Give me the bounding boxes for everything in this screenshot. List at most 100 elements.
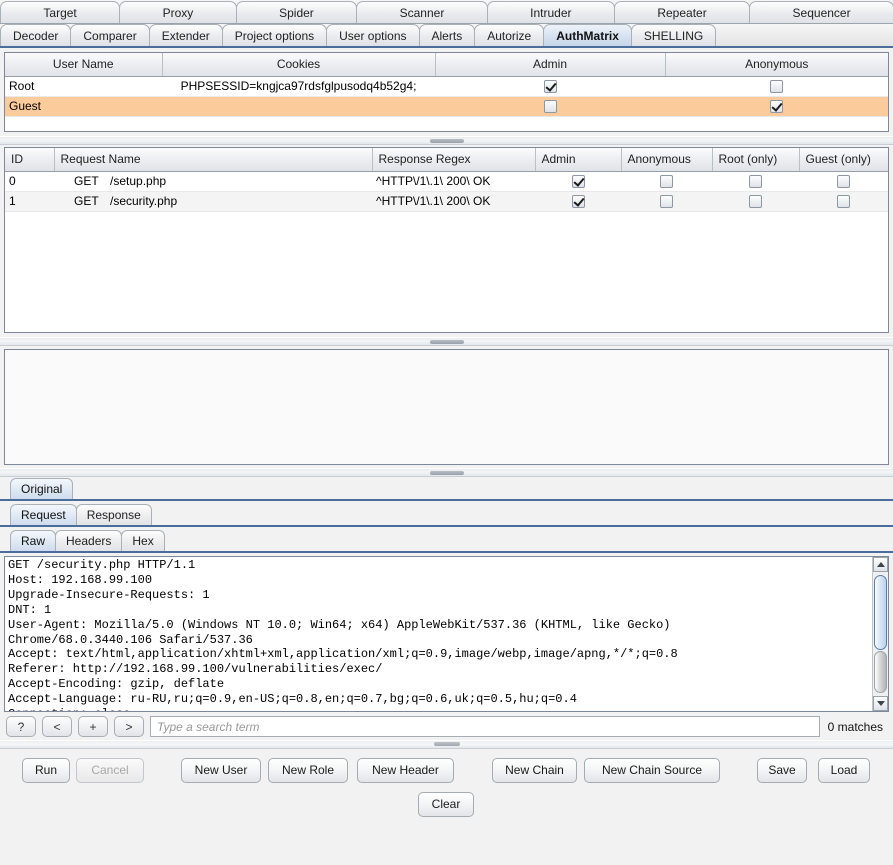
new-user-button[interactable]: New User <box>181 758 261 783</box>
new-role-button[interactable]: New Role <box>268 758 348 783</box>
suite-tab-comparer[interactable]: Comparer <box>70 24 150 46</box>
checkbox-icon[interactable] <box>543 80 557 94</box>
checkbox-icon[interactable] <box>660 195 673 209</box>
req-col-admin[interactable]: Admin <box>535 148 622 172</box>
checkbox-icon[interactable] <box>749 175 762 189</box>
suite-tab-alerts[interactable]: Alerts <box>418 24 476 46</box>
detail-viewer-splitter[interactable] <box>0 468 893 477</box>
req-col-guest-only[interactable]: Guest (only) <box>799 148 888 172</box>
scroll-up-arrow-icon[interactable] <box>873 557 888 572</box>
viewer-buttons-splitter[interactable] <box>0 740 893 749</box>
load-button[interactable]: Load <box>818 758 870 783</box>
req-col-id[interactable]: ID <box>5 148 55 172</box>
users-table-row[interactable]: Root PHPSESSID=kngjca97rdsfglpusodq4b52g4… <box>5 76 888 97</box>
request-root-only-cell[interactable] <box>712 171 799 192</box>
users-col-cookies[interactable]: Cookies <box>162 53 436 77</box>
checkbox-icon[interactable] <box>660 175 673 189</box>
users-requests-splitter[interactable] <box>0 136 893 145</box>
scrollbar-thumb[interactable] <box>874 575 887 650</box>
checkbox-icon[interactable] <box>837 195 850 209</box>
clear-button[interactable]: Clear <box>418 792 474 817</box>
user-cookies-cell[interactable]: PHPSESSID=kngjca97rdsfglpusodq4b52g4; <box>162 76 435 97</box>
request-name-cell[interactable]: GET/setup.php <box>54 171 372 192</box>
checkbox-icon[interactable] <box>770 80 783 94</box>
new-header-button[interactable]: New Header <box>357 758 454 783</box>
view-tab-raw[interactable]: Raw <box>10 530 57 551</box>
suite-tab-decoder[interactable]: Decoder <box>0 24 72 46</box>
request-anonymous-cell[interactable] <box>621 171 712 192</box>
checkbox-icon[interactable] <box>837 175 850 189</box>
user-anonymous-cell[interactable] <box>665 96 888 117</box>
search-input[interactable]: Type a search term <box>150 716 820 737</box>
user-cookies-cell[interactable] <box>162 96 435 117</box>
search-prev-button[interactable]: < <box>42 716 72 737</box>
suite-tab-repeater[interactable]: Repeater <box>613 1 751 23</box>
suite-tab-target[interactable]: Target <box>0 1 121 23</box>
req-col-regex[interactable]: Response Regex <box>372 148 536 172</box>
suite-tab-proxy[interactable]: Proxy <box>119 1 237 23</box>
requests-detail-splitter[interactable] <box>0 337 893 346</box>
user-anonymous-cell[interactable] <box>665 76 888 97</box>
message-tab-response[interactable]: Response <box>75 504 152 525</box>
user-admin-cell[interactable] <box>435 76 665 97</box>
users-table-row[interactable]: Guest <box>5 96 888 117</box>
requests-table-row[interactable]: 0 GET/setup.php ^HTTP\/1\.1\ 200\ OK <box>5 171 888 192</box>
raw-message-viewer[interactable]: GET /security.php HTTP/1.1 Host: 192.168… <box>4 556 889 712</box>
checkbox-icon[interactable] <box>543 100 557 114</box>
suite-tab-sequencer[interactable]: Sequencer <box>749 1 893 23</box>
request-regex-cell[interactable]: ^HTTP\/1\.1\ 200\ OK <box>372 171 535 192</box>
new-chain-source-button[interactable]: New Chain Source <box>584 758 720 783</box>
request-guest-only-cell[interactable] <box>799 171 888 192</box>
view-tab-headers[interactable]: Headers <box>55 530 123 551</box>
chain-detail-panel[interactable] <box>4 349 889 465</box>
suite-tab-spider[interactable]: Spider <box>235 1 358 23</box>
req-col-root-only[interactable]: Root (only) <box>712 148 800 172</box>
request-guest-only-cell[interactable] <box>799 191 888 212</box>
suite-tab-intruder[interactable]: Intruder <box>486 1 615 23</box>
user-name-cell[interactable]: Root <box>5 76 162 97</box>
checkbox-icon[interactable] <box>770 100 783 114</box>
requests-table-row[interactable]: 1 GET/security.php ^HTTP\/1\.1\ 200\ OK <box>5 191 888 212</box>
suite-tab-scanner[interactable]: Scanner <box>356 1 488 23</box>
user-name-cell[interactable]: Guest <box>5 96 162 117</box>
new-chain-button[interactable]: New Chain <box>492 758 577 783</box>
request-regex-cell[interactable]: ^HTTP\/1\.1\ 200\ OK <box>372 191 535 212</box>
scrollbar-track-lower[interactable] <box>874 651 887 693</box>
suite-tab-shelling[interactable]: SHELLING <box>630 24 717 46</box>
suite-tab-authmatrix[interactable]: AuthMatrix <box>543 24 632 46</box>
checkbox-icon[interactable] <box>571 175 585 189</box>
run-button[interactable]: Run <box>22 758 70 783</box>
message-tab-request[interactable]: Request <box>10 504 77 525</box>
req-col-anonymous[interactable]: Anonymous <box>621 148 713 172</box>
search-add-button[interactable]: + <box>78 716 108 737</box>
suite-tab-autorize[interactable]: Autorize <box>474 24 545 46</box>
chain-tab-original[interactable]: Original <box>10 478 74 499</box>
scroll-down-arrow-icon[interactable] <box>873 696 888 711</box>
request-admin-cell[interactable] <box>535 191 621 212</box>
search-next-button[interactable]: > <box>114 716 144 737</box>
user-admin-cell[interactable] <box>435 96 665 117</box>
request-id-cell[interactable]: 0 <box>5 171 54 192</box>
chain-tabs: Original <box>0 478 893 501</box>
cancel-button[interactable]: Cancel <box>76 758 144 783</box>
suite-tab-project-options[interactable]: Project options <box>221 24 328 46</box>
request-root-only-cell[interactable] <box>712 191 799 212</box>
search-help-button[interactable]: ? <box>6 716 36 737</box>
users-col-username[interactable]: User Name <box>5 53 163 77</box>
request-id-cell[interactable]: 1 <box>5 191 54 212</box>
request-anonymous-cell[interactable] <box>621 191 712 212</box>
requests-table-panel: ID Request Name Response Regex Admin Ano… <box>4 147 889 333</box>
checkbox-icon[interactable] <box>749 195 762 209</box>
suite-tab-user-options[interactable]: User options <box>326 24 420 46</box>
request-admin-cell[interactable] <box>535 171 621 192</box>
save-button[interactable]: Save <box>757 758 807 783</box>
checkbox-icon[interactable] <box>571 195 585 209</box>
request-path: /security.php <box>110 194 178 208</box>
raw-vertical-scrollbar[interactable] <box>872 557 888 711</box>
req-col-name[interactable]: Request Name <box>54 148 373 172</box>
suite-tab-extender[interactable]: Extender <box>148 24 223 46</box>
users-col-anonymous[interactable]: Anonymous <box>665 53 888 77</box>
view-tab-hex[interactable]: Hex <box>121 530 165 551</box>
users-col-admin[interactable]: Admin <box>435 53 666 77</box>
request-name-cell[interactable]: GET/security.php <box>54 191 372 212</box>
